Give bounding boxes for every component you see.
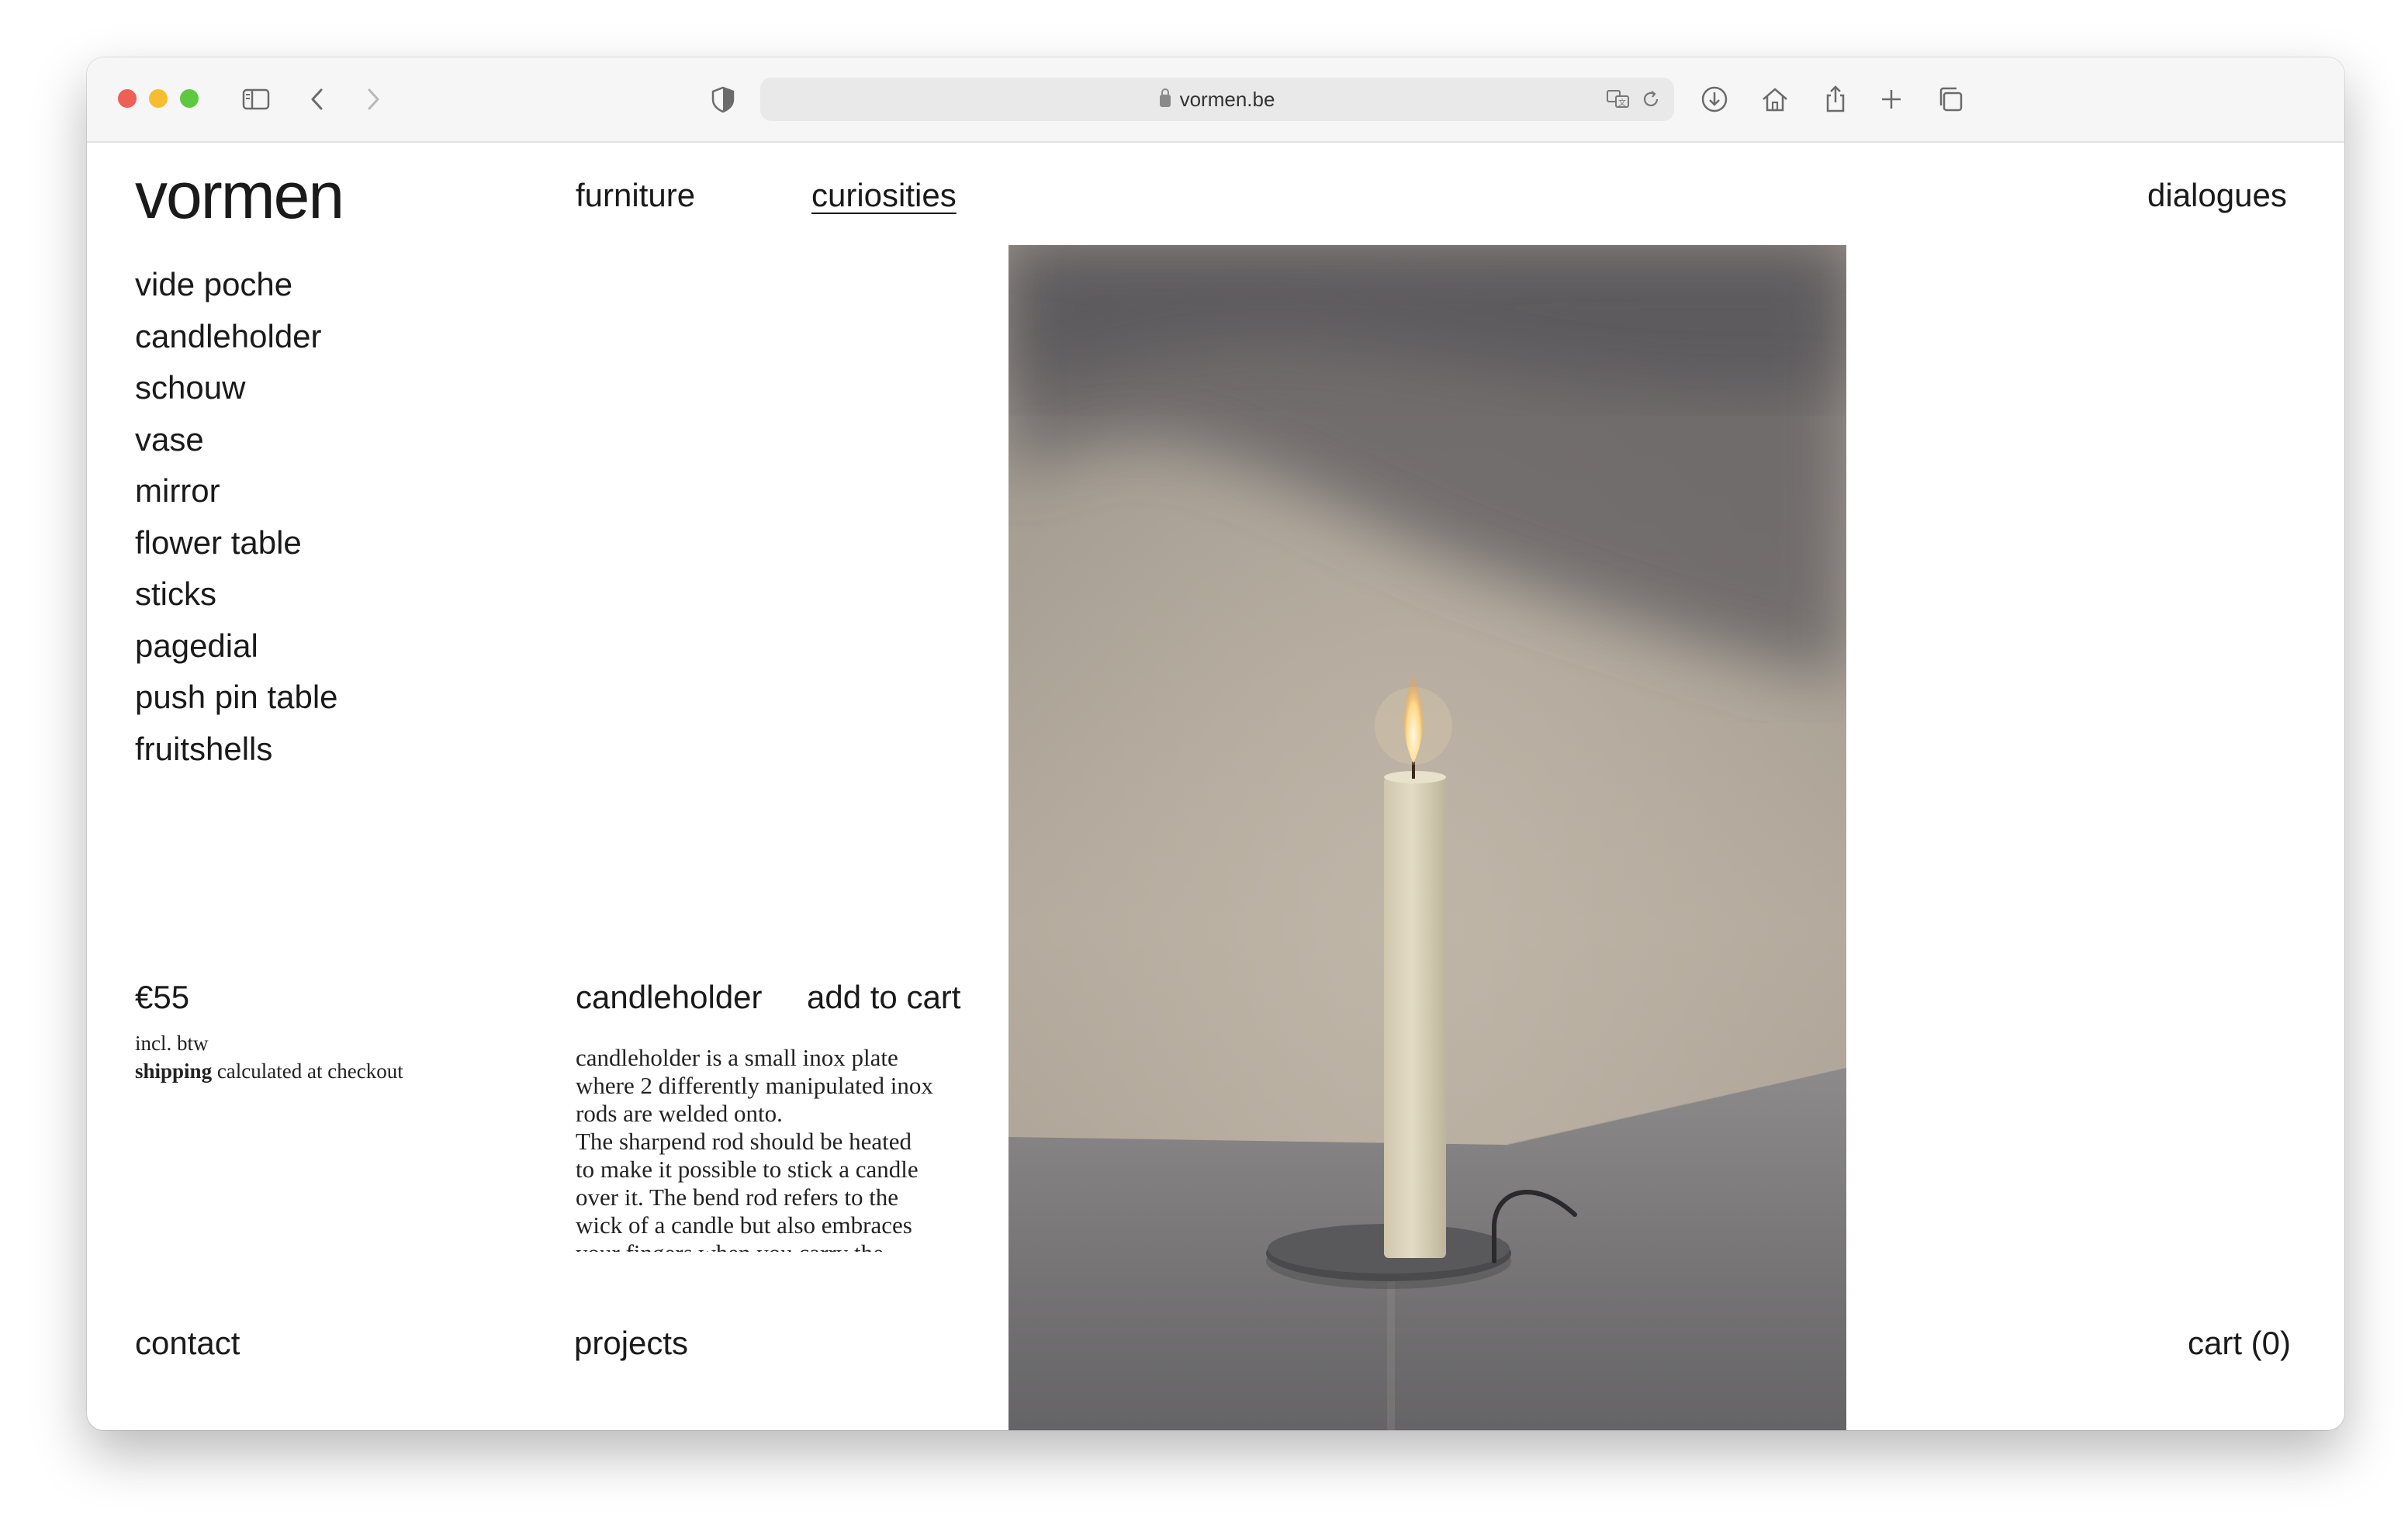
- new-tab-icon[interactable]: [1874, 82, 1908, 116]
- category-push-pin-table[interactable]: push pin table: [135, 672, 338, 724]
- shipping-note: shipping calculated at checkout: [135, 1059, 403, 1083]
- add-to-cart-button[interactable]: add to cart: [807, 979, 960, 1016]
- tax-note: incl. btw: [135, 1032, 209, 1055]
- nav-furniture[interactable]: furniture: [576, 177, 695, 214]
- tabs-overview-icon[interactable]: [1933, 82, 1967, 116]
- product-description: candleholder is a small inox plate where…: [576, 1044, 933, 1252]
- category-fruitshells[interactable]: fruitshells: [135, 724, 338, 776]
- category-schouw[interactable]: schouw: [135, 362, 338, 414]
- share-icon[interactable]: [1818, 82, 1853, 116]
- product-price: €55: [135, 979, 190, 1015]
- sidebar-icon[interactable]: [239, 82, 273, 116]
- minimize-window-button[interactable]: [149, 89, 168, 108]
- shipping-label: shipping: [135, 1059, 213, 1083]
- home-icon[interactable]: [1758, 82, 1792, 116]
- forward-icon[interactable]: [355, 82, 389, 116]
- footer-projects[interactable]: projects: [574, 1325, 688, 1362]
- close-window-button[interactable]: [118, 89, 137, 108]
- url-display[interactable]: vormen.be: [760, 78, 1674, 121]
- zoom-window-button[interactable]: [180, 89, 199, 108]
- nav-dialogues[interactable]: dialogues: [2147, 177, 2287, 214]
- browser-toolbar: vormen.be 文: [87, 57, 2344, 143]
- translate-icon[interactable]: 文: [1601, 82, 1635, 116]
- shield-icon[interactable]: [706, 82, 740, 116]
- category-candleholder[interactable]: candleholder: [135, 311, 338, 363]
- category-mirror[interactable]: mirror: [135, 465, 338, 517]
- reload-icon[interactable]: [1634, 82, 1668, 116]
- back-icon[interactable]: [301, 82, 335, 116]
- footer-contact[interactable]: contact: [135, 1325, 240, 1362]
- category-flower-table[interactable]: flower table: [135, 517, 338, 569]
- nav-curiosities[interactable]: curiosities: [811, 177, 957, 214]
- url-text: vormen.be: [1179, 88, 1275, 111]
- svg-text:文: 文: [1618, 98, 1626, 108]
- category-sticks[interactable]: sticks: [135, 569, 338, 620]
- address-bar[interactable]: vormen.be 文: [760, 78, 1674, 121]
- candle: [1384, 777, 1446, 1258]
- category-list: vide poche candleholder schouw vase mirr…: [135, 259, 338, 775]
- site-logo[interactable]: vormen: [135, 158, 344, 233]
- product-name: candleholder: [576, 979, 763, 1015]
- product-photo: [1009, 245, 1846, 1430]
- category-pagedial[interactable]: pagedial: [135, 620, 338, 672]
- page-content: vormen furniture curiosities dialogues v…: [87, 143, 2344, 1430]
- lock-icon: [1159, 88, 1171, 107]
- shipping-text: calculated at checkout: [212, 1059, 403, 1083]
- category-vide-poche[interactable]: vide poche: [135, 259, 338, 311]
- download-icon[interactable]: [1697, 82, 1732, 116]
- browser-window: vormen.be 文 vormen furniture curiosities: [87, 57, 2344, 1430]
- category-vase[interactable]: vase: [135, 414, 338, 466]
- cart-link[interactable]: cart (0): [2188, 1325, 2291, 1362]
